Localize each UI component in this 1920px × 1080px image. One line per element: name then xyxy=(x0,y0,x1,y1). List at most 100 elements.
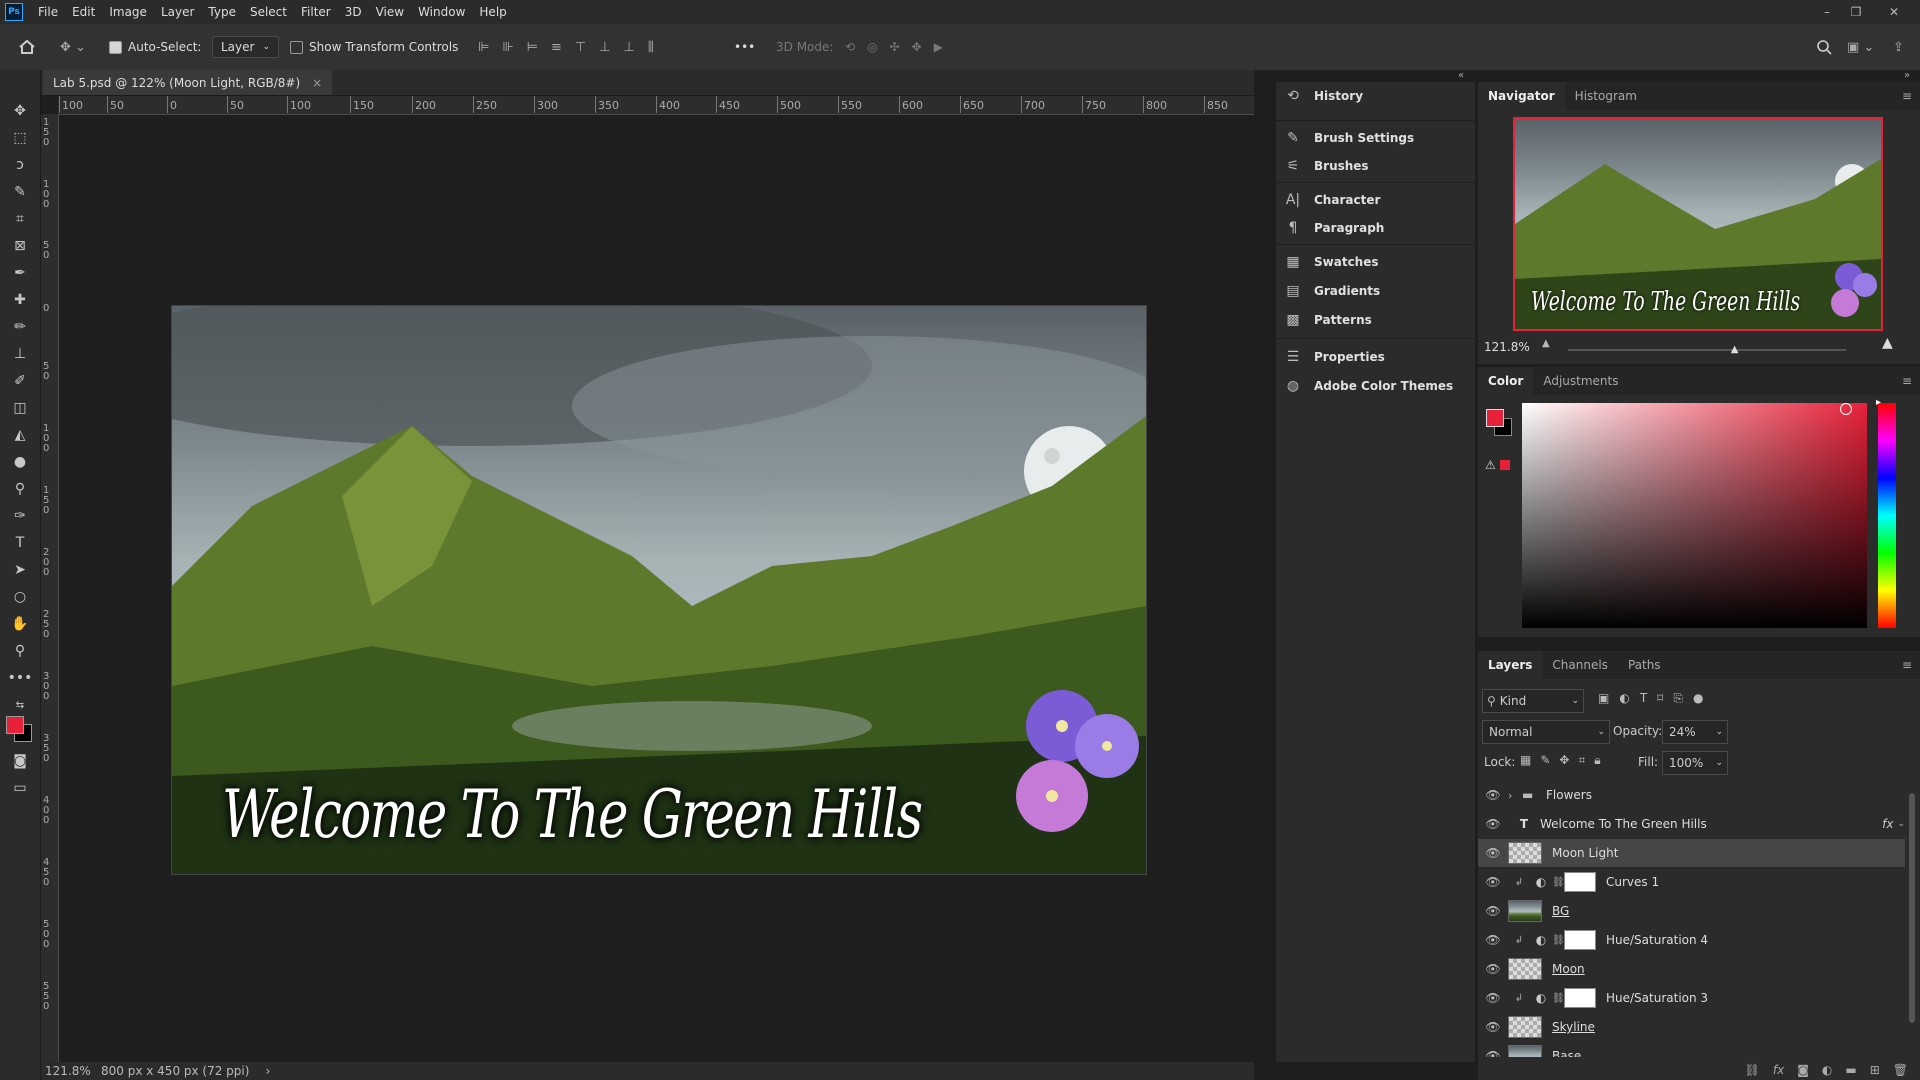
blur-tool-icon[interactable]: ● xyxy=(8,451,32,473)
tab-layers[interactable]: Layers xyxy=(1478,651,1543,679)
tab-histogram[interactable]: Histogram xyxy=(1565,82,1647,110)
menu-layer[interactable]: Layer xyxy=(154,5,201,19)
smart-object-filter-icon[interactable]: ⎘ xyxy=(1673,691,1683,706)
panel-menu-icon[interactable]: ≡ xyxy=(1902,89,1912,103)
video-camera-icon[interactable]: ▶ xyxy=(934,40,943,54)
foreground-color-chip[interactable] xyxy=(1486,409,1504,427)
chevron-right-icon[interactable]: › xyxy=(1508,789,1522,802)
layer-row-moon-light[interactable]: 👁︎ Moon Light xyxy=(1478,839,1905,867)
distribute-icon[interactable]: ≡ xyxy=(551,40,562,55)
lasso-tool-icon[interactable]: ↄ xyxy=(8,154,32,176)
canvas-area[interactable]: Welcome To The Green Hills xyxy=(59,115,1254,1061)
pixel-filter-icon[interactable]: ▣ xyxy=(1598,691,1609,706)
status-zoom[interactable]: 121.8% xyxy=(45,1064,95,1078)
close-tab-icon[interactable]: × xyxy=(312,76,322,90)
marquee-tool-icon[interactable]: ⬚ xyxy=(8,127,32,149)
fx-icon[interactable]: fx xyxy=(1882,817,1893,831)
zoom-in-icon[interactable]: ▲ xyxy=(1882,335,1893,351)
ruler-horizontal[interactable]: 100 50 0 50 100 150 200 250 300 350 400 … xyxy=(58,96,1254,115)
align-bottom-icon[interactable]: ⊥ xyxy=(624,40,635,55)
panel-gradients[interactable]: ▤ Gradients xyxy=(1284,277,1469,305)
gamut-color-chip[interactable] xyxy=(1500,460,1510,470)
hue-slider[interactable] xyxy=(1878,403,1896,628)
type-filter-icon[interactable]: T xyxy=(1640,691,1647,706)
close-icon[interactable]: ✕ xyxy=(1880,0,1908,24)
visibility-eye-icon[interactable]: 👁︎ xyxy=(1478,962,1508,976)
visibility-eye-icon[interactable]: 👁︎ xyxy=(1478,846,1508,860)
quick-select-tool-icon[interactable]: ✎ xyxy=(8,181,32,203)
path-select-tool-icon[interactable]: ➤ xyxy=(8,559,32,581)
lock-artboard-icon[interactable]: ⌗ xyxy=(1578,753,1585,768)
menu-file[interactable]: File xyxy=(31,5,65,19)
chevron-down-icon[interactable]: ⌄ xyxy=(1897,819,1905,829)
layer-row-hue-saturation-3[interactable]: 👁︎ ↲ ◐ ⛓ Hue/Saturation 3 xyxy=(1478,984,1905,1012)
panel-swatches[interactable]: ▦ Swatches xyxy=(1284,248,1469,276)
show-transform-checkbox[interactable]: Show Transform Controls xyxy=(290,36,458,58)
lock-position-icon[interactable]: ✥ xyxy=(1559,753,1569,768)
layer-row-curves-1[interactable]: 👁︎ ↲ ◐ ⛓ Curves 1 xyxy=(1478,868,1905,896)
workspace-icon[interactable]: ▣ ⌄ xyxy=(1847,36,1874,58)
auto-select-checkbox[interactable]: Auto-Select: xyxy=(109,36,201,58)
tab-navigator[interactable]: Navigator xyxy=(1478,82,1565,110)
layer-row-base[interactable]: 👁︎ Base xyxy=(1478,1042,1905,1057)
collapse-panels-icon[interactable]: « xyxy=(1458,70,1464,81)
align-right-icon[interactable]: ⊨ xyxy=(527,40,538,55)
new-group-icon[interactable]: ▬ xyxy=(1845,1063,1856,1077)
clone-stamp-tool-icon[interactable]: ⊥ xyxy=(8,343,32,365)
status-menu-arrow-icon[interactable]: › xyxy=(265,1064,270,1078)
panel-history[interactable]: ⟲ History xyxy=(1284,82,1469,110)
visibility-eye-icon[interactable]: 👁︎ xyxy=(1478,904,1508,918)
tab-adjustments[interactable]: Adjustments xyxy=(1533,367,1628,395)
new-adjustment-icon[interactable]: ◐ xyxy=(1822,1063,1832,1077)
orbit-icon[interactable]: ⟲ xyxy=(845,40,855,54)
history-brush-tool-icon[interactable]: ✐ xyxy=(8,370,32,392)
layer-row-moon[interactable]: 👁︎ Moon xyxy=(1478,955,1905,983)
color-field[interactable] xyxy=(1522,403,1867,628)
layer-mask-thumbnail[interactable] xyxy=(1564,930,1596,950)
ruler-vertical[interactable]: 150 100 50 0 50 100 150 200 250 300 350 … xyxy=(41,114,59,1062)
drag-icon[interactable]: ✣ xyxy=(890,40,900,54)
out-of-gamut-warning-icon[interactable]: ⚠ xyxy=(1485,458,1496,472)
lock-image-icon[interactable]: ✎ xyxy=(1540,753,1550,768)
align-top-icon[interactable]: ⊤ xyxy=(575,40,586,55)
panel-menu-icon[interactable]: ≡ xyxy=(1902,658,1912,672)
slide-icon[interactable]: ✥ xyxy=(912,40,922,54)
pen-tool-icon[interactable]: ✑ xyxy=(8,505,32,527)
share-icon[interactable]: ⇪ xyxy=(1893,36,1904,58)
dodge-tool-icon[interactable]: ⚲ xyxy=(8,478,32,500)
zoom-tool-icon[interactable]: ⚲ xyxy=(8,640,32,662)
menu-type[interactable]: Type xyxy=(201,5,243,19)
blend-mode-dropdown[interactable]: Normal ⌄ xyxy=(1482,720,1610,744)
move-tool-icon[interactable]: ✥ xyxy=(8,100,32,122)
panel-brushes[interactable]: ⚟ Brushes xyxy=(1284,152,1469,180)
link-icon[interactable]: ⛓ xyxy=(1552,935,1565,946)
auto-select-dropdown[interactable]: Layer ⌄ xyxy=(212,36,280,58)
visibility-eye-icon[interactable]: 👁︎ xyxy=(1478,933,1508,947)
foreground-color-swatch[interactable] xyxy=(6,716,24,734)
photoshop-logo-icon[interactable]: Ps xyxy=(5,3,23,21)
move-tool-preset-icon[interactable]: ✥ ⌄ xyxy=(60,36,86,58)
menu-filter[interactable]: Filter xyxy=(294,5,338,19)
screen-mode-icon[interactable]: ▭ xyxy=(8,777,32,799)
panel-brush-settings[interactable]: ✎ Brush Settings xyxy=(1284,124,1469,152)
paint-bucket-tool-icon[interactable]: ◭ xyxy=(8,424,32,446)
collapse-right-panels-icon[interactable]: » xyxy=(1904,70,1910,81)
link-layers-icon[interactable]: ⛓ xyxy=(1745,1063,1760,1077)
tab-paths[interactable]: Paths xyxy=(1618,651,1671,679)
visibility-eye-icon[interactable]: 👁︎ xyxy=(1478,817,1508,831)
minimize-icon[interactable]: – xyxy=(1813,0,1841,24)
shape-filter-icon[interactable]: ⌑ xyxy=(1657,691,1663,706)
panel-paragraph[interactable]: ¶ Paragraph xyxy=(1284,214,1469,242)
link-icon[interactable]: ⛓ xyxy=(1552,877,1565,888)
menu-select[interactable]: Select xyxy=(243,5,294,19)
layer-row-bg[interactable]: 👁︎ BG xyxy=(1478,897,1905,925)
fill-input[interactable]: 100% ⌄ xyxy=(1662,751,1728,775)
healing-brush-tool-icon[interactable]: ✚ xyxy=(8,289,32,311)
visibility-eye-icon[interactable]: 👁︎ xyxy=(1478,991,1508,1005)
opacity-input[interactable]: 24% ⌄ xyxy=(1662,720,1728,744)
lock-all-icon[interactable]: 🔒︎ xyxy=(1594,753,1600,768)
menu-window[interactable]: Window xyxy=(411,5,472,19)
layer-row-hue-saturation-4[interactable]: 👁︎ ↲ ◐ ⛓ Hue/Saturation 4 xyxy=(1478,926,1905,954)
swap-colors-icon[interactable]: ⇆ xyxy=(8,694,32,716)
brush-tool-icon[interactable]: ✏ xyxy=(8,316,32,338)
